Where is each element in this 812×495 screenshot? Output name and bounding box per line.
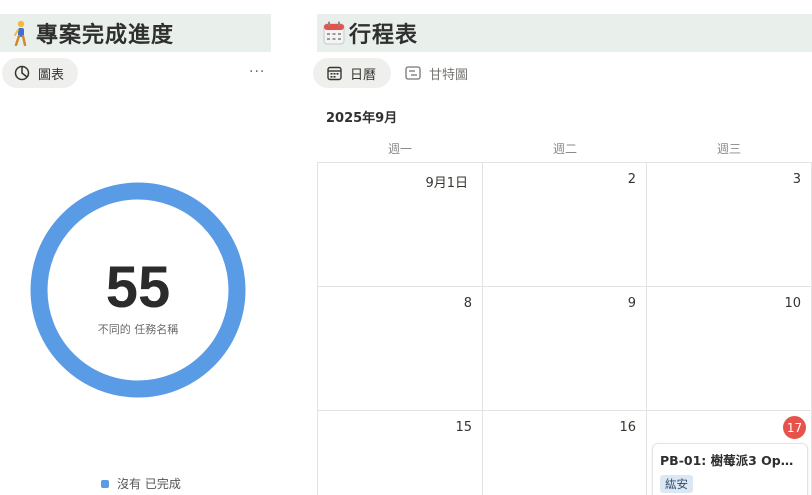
weekday-header: 週一 <box>387 142 412 156</box>
calendar-day[interactable]: 16 <box>486 420 636 435</box>
donut-center-value: 55 <box>105 255 171 320</box>
weekday-header: 週二 <box>552 142 577 156</box>
tab-calendar-label: 日曆 <box>350 67 377 83</box>
assignee-tag: 紘安 <box>660 475 693 493</box>
chart-legend: 沒有 已完成 <box>101 475 181 492</box>
grid-line <box>317 162 318 495</box>
donut-center-label: 不同的 任務名稱 <box>97 323 179 336</box>
grid-line <box>317 410 812 411</box>
calendar-day[interactable]: 2 <box>486 172 636 187</box>
grid-line <box>317 286 812 287</box>
event-title: PB-01: 樹莓派3 Open... <box>660 453 800 468</box>
calendar-day[interactable]: 8 <box>322 296 472 311</box>
donut-chart: 55 不同的 任務名稱 <box>30 182 246 398</box>
today-badge[interactable]: 17 <box>783 416 806 439</box>
grid-line <box>646 162 647 495</box>
tab-chart[interactable]: 圖表 <box>2 58 78 88</box>
person-walking-icon <box>10 20 32 46</box>
calendar-icon <box>323 21 345 45</box>
calendar-grid-icon <box>327 66 342 81</box>
timeline-icon <box>405 66 421 80</box>
schedule-title: 行程表 <box>349 23 419 48</box>
calendar-day[interactable]: 9 <box>486 296 636 311</box>
legend-label: 沒有 已完成 <box>117 477 181 491</box>
tab-gantt-label: 甘特圖 <box>429 67 469 83</box>
progress-header: 專案完成進度 <box>0 14 271 52</box>
schedule-header: 行程表 <box>317 14 812 52</box>
legend-swatch <box>101 479 109 488</box>
event-card[interactable]: PB-01: 樹莓派3 Open... 紘安 <box>652 443 808 495</box>
grid-line <box>482 162 483 495</box>
tab-calendar[interactable]: 日曆 <box>313 58 391 88</box>
calendar-day[interactable]: 9月1日 <box>318 172 468 191</box>
tab-chart-label: 圖表 <box>38 67 65 83</box>
pie-chart-icon <box>14 65 30 81</box>
calendar-day[interactable]: 15 <box>322 420 472 435</box>
calendar-day[interactable]: 3 <box>651 172 801 187</box>
calendar-day[interactable]: 10 <box>651 296 801 311</box>
weekday-header: 週三 <box>716 142 741 156</box>
grid-line <box>317 162 812 163</box>
month-label: 2025年9月 <box>326 111 398 126</box>
more-options-button[interactable]: ··· <box>249 64 265 80</box>
tab-gantt[interactable]: 甘特圖 <box>405 58 485 88</box>
progress-title: 專案完成進度 <box>36 23 175 48</box>
